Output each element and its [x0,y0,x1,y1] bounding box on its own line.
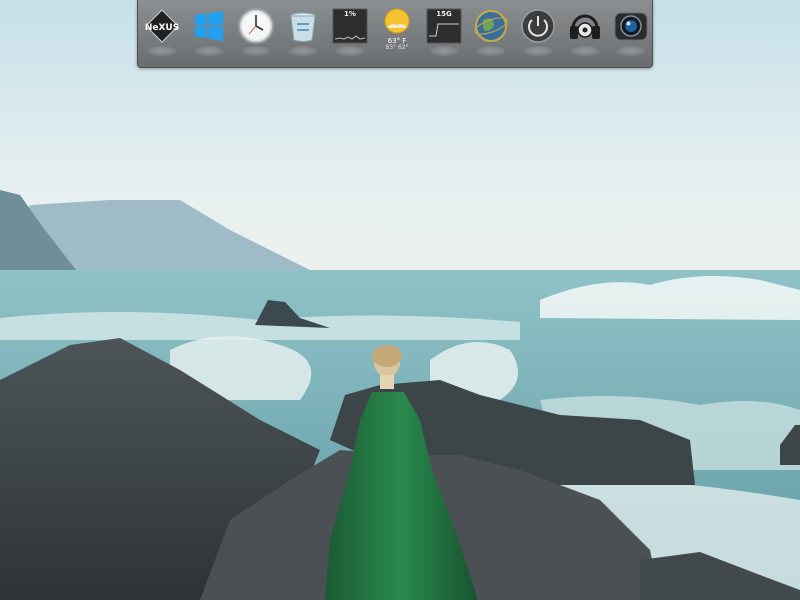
camera-icon [614,12,648,41]
svg-text:NeXUS: NeXUS [145,23,179,33]
dock-reflection [195,46,223,56]
windows-start-button[interactable] [189,6,229,58]
clock-button[interactable] [236,6,276,58]
nexus-dock: NeXUS 1% 63° F 83° 62° 15G [137,0,653,68]
weather-icon [384,8,410,34]
dock-reflection [477,46,505,56]
nexus-logo-icon: NeXUS [145,9,179,43]
dock-reflection [242,46,270,56]
recycle-bin-icon [290,12,316,42]
power-button[interactable] [518,6,558,58]
dock-reflection [617,46,645,56]
cpu-meter-widget[interactable]: 1% [330,6,370,58]
internet-globe-icon [474,10,508,42]
dock-reflection [571,46,599,56]
desktop-wallpaper [0,0,800,600]
weather-widget[interactable]: 63° F 83° 62° [377,6,417,58]
dock-reflection [336,46,364,56]
windows-start-icon [195,11,223,41]
media-headphones-icon [570,14,600,39]
dock-reflection [430,46,458,56]
memory-meter-widget[interactable]: 15G [424,6,464,58]
memory-meter-icon [426,8,462,44]
dock-reflection [289,46,317,56]
dock-reflection [524,46,552,56]
internet-globe-button[interactable] [471,6,511,58]
camera-button[interactable] [611,6,651,58]
power-icon [521,9,555,43]
cpu-meter-icon [332,8,368,44]
dock-reflection [148,46,176,56]
recycle-bin-button[interactable] [283,6,323,58]
media-player-button[interactable] [565,6,605,58]
clock-icon [238,8,274,44]
nexus-logo-button[interactable]: NeXUS [142,6,182,58]
